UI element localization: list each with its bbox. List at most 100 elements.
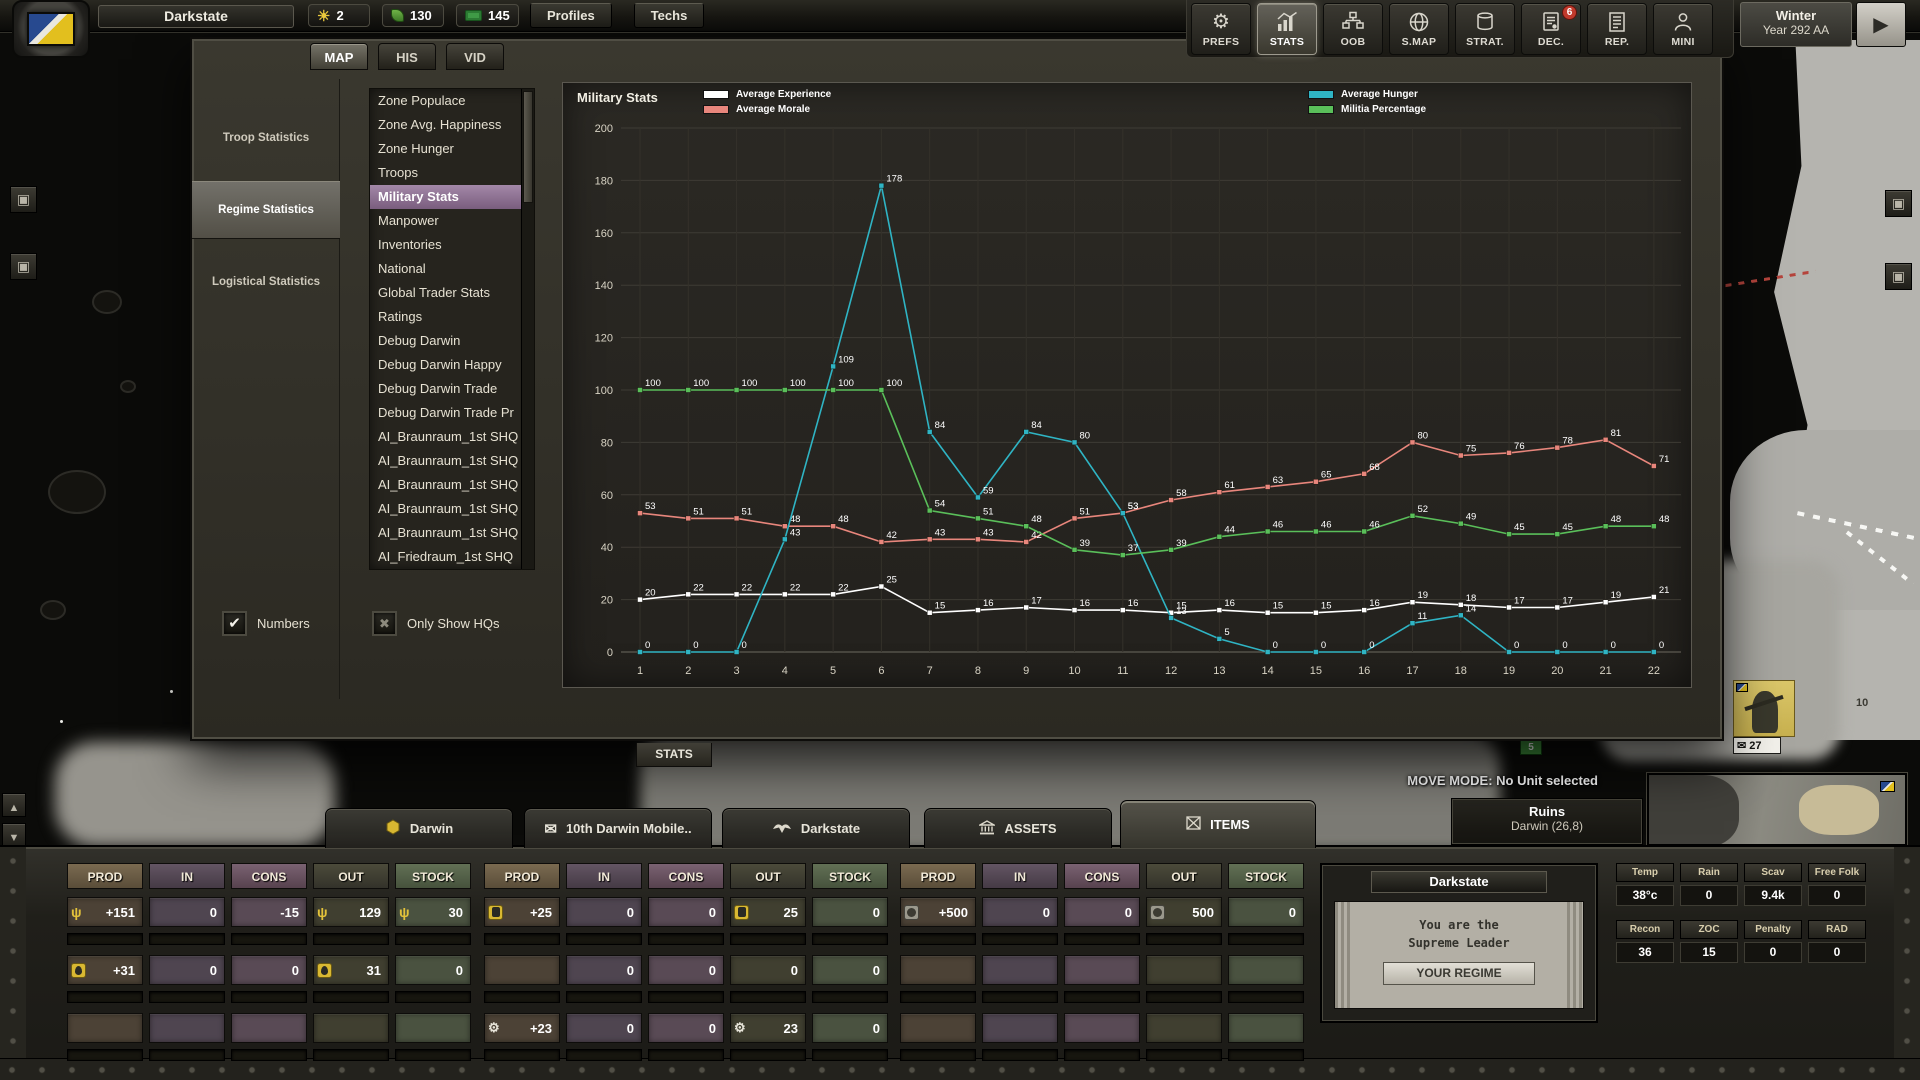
stat-list-item-zone-avg-happiness[interactable]: Zone Avg. Happiness <box>370 113 534 137</box>
scroll-up-button[interactable] <box>2 793 26 817</box>
bottom-tab-assets[interactable]: ASSETS <box>924 808 1112 848</box>
stat-list-item-national[interactable]: National <box>370 257 534 281</box>
priority-slider[interactable] <box>484 991 560 1003</box>
regime-flag-emblem[interactable] <box>12 0 90 58</box>
tab-his[interactable]: HIS <box>378 43 436 70</box>
priority-slider[interactable] <box>395 991 471 1003</box>
scrollbar-thumb[interactable] <box>523 91 533 203</box>
priority-slider[interactable] <box>231 991 307 1003</box>
resource-food[interactable]: 130 <box>382 4 444 27</box>
stat-list-scrollbar[interactable] <box>521 89 534 569</box>
checkbox-only-show-hqs[interactable] <box>372 611 397 636</box>
priority-slider[interactable] <box>1228 991 1304 1003</box>
priority-slider[interactable] <box>812 1049 888 1061</box>
priority-slider[interactable] <box>484 1049 560 1061</box>
priority-slider[interactable] <box>67 933 143 945</box>
priority-slider[interactable] <box>1146 991 1222 1003</box>
prefs-button[interactable]: PREFS <box>1191 3 1251 55</box>
priority-slider[interactable] <box>313 1049 389 1061</box>
priority-slider[interactable] <box>648 991 724 1003</box>
strat-button[interactable]: STRAT. <box>1455 3 1515 55</box>
priority-slider[interactable] <box>982 1049 1058 1061</box>
stat-list-item-debug-darwin-happy[interactable]: Debug Darwin Happy <box>370 353 534 377</box>
stat-list-item-ratings[interactable]: Ratings <box>370 305 534 329</box>
priority-slider[interactable] <box>900 1049 976 1061</box>
priority-slider[interactable] <box>231 1049 307 1061</box>
resource-credits[interactable]: 145 <box>456 4 519 27</box>
stat-list-item-military-stats[interactable]: Military Stats <box>370 185 534 209</box>
priority-slider[interactable] <box>313 991 389 1003</box>
priority-slider[interactable] <box>1146 933 1222 945</box>
unit-portrait[interactable] <box>1733 680 1795 737</box>
end-turn-button[interactable] <box>1856 2 1906 47</box>
priority-slider[interactable] <box>566 933 642 945</box>
right-tool-button-2[interactable] <box>1885 263 1912 290</box>
unit-counter[interactable]: 27 <box>1733 737 1781 754</box>
priority-slider[interactable] <box>1146 1049 1222 1061</box>
left-tool-button-2[interactable] <box>10 253 37 280</box>
stat-list-item-zone-hunger[interactable]: Zone Hunger <box>370 137 534 161</box>
rep-button[interactable]: REP. <box>1587 3 1647 55</box>
priority-slider[interactable] <box>812 991 888 1003</box>
profiles-button[interactable]: Profiles <box>530 3 612 28</box>
stat-list-item-debug-darwin-trade-pr[interactable]: Debug Darwin Trade Pr <box>370 401 534 425</box>
category-troop-statistics[interactable]: Troop Statistics <box>192 109 340 167</box>
priority-slider[interactable] <box>730 933 806 945</box>
priority-slider[interactable] <box>149 1049 225 1061</box>
techs-button[interactable]: Techs <box>634 3 705 28</box>
resource-political-points[interactable]: 2 <box>308 4 370 27</box>
priority-slider[interactable] <box>1064 1049 1140 1061</box>
stat-list-item-ai-braunraum-1st-shq[interactable]: AI_Braunraum_1st SHQ <box>370 473 534 497</box>
stat-list-item-global-trader-stats[interactable]: Global Trader Stats <box>370 281 534 305</box>
right-tool-button-1[interactable] <box>1885 190 1912 217</box>
priority-slider[interactable] <box>648 1049 724 1061</box>
stats-bottom-tab[interactable]: STATS <box>636 743 712 767</box>
stat-list-item-ai-friedraum-1st-shq[interactable]: AI_Friedraum_1st SHQ <box>370 545 534 569</box>
priority-slider[interactable] <box>149 991 225 1003</box>
tab-vid[interactable]: VID <box>446 43 504 70</box>
stat-list-item-debug-darwin[interactable]: Debug Darwin <box>370 329 534 353</box>
minimap[interactable] <box>1647 773 1907 846</box>
checkbox-numbers[interactable] <box>222 611 247 636</box>
priority-slider[interactable] <box>982 933 1058 945</box>
priority-slider[interactable] <box>900 933 976 945</box>
priority-slider[interactable] <box>313 933 389 945</box>
dec-button[interactable]: DEC.6 <box>1521 3 1581 55</box>
priority-slider[interactable] <box>648 933 724 945</box>
left-tool-button-1[interactable] <box>10 186 37 213</box>
priority-slider[interactable] <box>484 933 560 945</box>
priority-slider[interactable] <box>900 991 976 1003</box>
category-regime-statistics[interactable]: Regime Statistics <box>192 181 340 239</box>
priority-slider[interactable] <box>395 1049 471 1061</box>
tab-map[interactable]: MAP <box>310 43 368 70</box>
priority-slider[interactable] <box>812 933 888 945</box>
stat-list-item-ai-braunraum-1st-shq[interactable]: AI_Braunraum_1st SHQ <box>370 497 534 521</box>
bottom-tab-darwin[interactable]: Darwin <box>325 808 513 848</box>
stats-button[interactable]: STATS <box>1257 3 1317 55</box>
bottom-tab-darkstate[interactable]: Darkstate <box>722 808 910 848</box>
s-map-button[interactable]: S.MAP <box>1389 3 1449 55</box>
priority-slider[interactable] <box>1064 991 1140 1003</box>
priority-slider[interactable] <box>231 933 307 945</box>
bottom-tab-10th-darwin-mobile[interactable]: 10th Darwin Mobile.. <box>524 808 712 848</box>
your-regime-button[interactable]: YOUR REGIME <box>1383 962 1535 985</box>
priority-slider[interactable] <box>1064 933 1140 945</box>
priority-slider[interactable] <box>566 1049 642 1061</box>
stat-list-item-ai-braunraum-1st-shq[interactable]: AI_Braunraum_1st SHQ <box>370 449 534 473</box>
mini-button[interactable]: MINI <box>1653 3 1713 55</box>
priority-slider[interactable] <box>1228 1049 1304 1061</box>
stat-list-item-ai-braunraum-1st-shq[interactable]: AI_Braunraum_1st SHQ <box>370 425 534 449</box>
stat-list-item-inventories[interactable]: Inventories <box>370 233 534 257</box>
militia-counter[interactable]: 5 <box>1520 740 1542 755</box>
priority-slider[interactable] <box>730 991 806 1003</box>
priority-slider[interactable] <box>566 991 642 1003</box>
stat-list-item-troops[interactable]: Troops <box>370 161 534 185</box>
priority-slider[interactable] <box>395 933 471 945</box>
category-logistical-statistics[interactable]: Logistical Statistics <box>192 253 340 311</box>
stat-list-item-manpower[interactable]: Manpower <box>370 209 534 233</box>
scroll-down-button[interactable] <box>2 823 26 847</box>
bottom-tab-items[interactable]: ITEMS <box>1120 800 1316 848</box>
stat-list-item-debug-darwin-trade[interactable]: Debug Darwin Trade <box>370 377 534 401</box>
priority-slider[interactable] <box>730 1049 806 1061</box>
priority-slider[interactable] <box>149 933 225 945</box>
